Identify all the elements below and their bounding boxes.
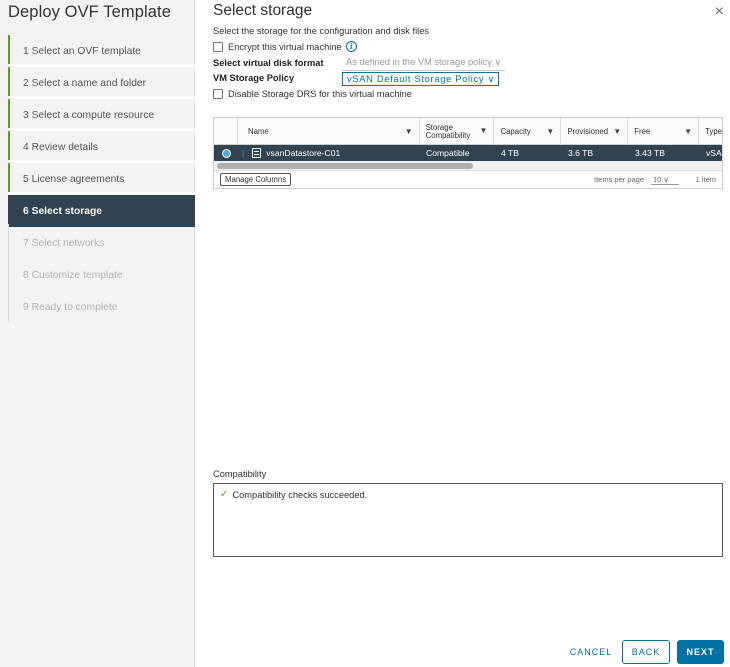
disk-format-label: Select virtual disk format (213, 58, 324, 68)
disable-drs-checkbox[interactable] (213, 89, 223, 99)
disk-format-select[interactable]: As defined in the VM storage policy ∨ (342, 57, 505, 71)
column-header-type[interactable]: Type (699, 118, 722, 145)
column-header-free[interactable]: Free ▼ (628, 118, 700, 145)
radio-selected-icon[interactable] (222, 148, 231, 158)
step-select-ovf-template[interactable]: 1 Select an OVF template (8, 35, 195, 67)
scrollbar-thumb[interactable] (217, 163, 473, 169)
compatibility-label: Compatibility (213, 469, 267, 479)
back-button[interactable]: BACK (622, 640, 670, 664)
items-per-page-select[interactable]: 10 ∨ (651, 175, 679, 185)
step-review-details[interactable]: 4 Review details (8, 131, 195, 163)
encrypt-vm-checkbox[interactable] (213, 41, 223, 52)
table-row[interactable]: | vsanDatastore-C01 Compatible 4 TB 3.6 … (214, 145, 722, 161)
cancel-button[interactable]: CANCEL (568, 640, 614, 664)
step-select-name-folder[interactable]: 2 Select a name and folder (8, 67, 195, 99)
page-title: Select storage (213, 2, 313, 19)
compatibility-box: ✓ Compatibility checks succeeded. (213, 483, 723, 557)
cell-compatibility: Compatible (426, 148, 470, 158)
select-column-header (214, 118, 238, 145)
encrypt-vm-label: Encrypt this virtual machine (228, 41, 342, 52)
disable-drs-label: Disable Storage DRS for this virtual mac… (228, 89, 412, 99)
step-select-networks: 7 Select networks (23, 237, 105, 249)
step-ready-to-complete: 9 Ready to complete (23, 301, 118, 313)
filter-icon[interactable]: ▼ (613, 127, 621, 136)
datastore-grid: Name ▼ Storage Compatibility ▼ Capacity … (213, 117, 723, 189)
column-header-capacity[interactable]: Capacity ▼ (494, 118, 562, 145)
filter-icon[interactable]: ▼ (546, 127, 554, 136)
wizard-steps: 1 Select an OVF template 2 Select a name… (8, 35, 195, 323)
info-icon[interactable]: i (345, 41, 357, 52)
step-select-storage[interactable]: 6 Select storage (8, 195, 195, 227)
main-content: Select storage × Select the storage for … (195, 0, 730, 667)
steps-rail (8, 224, 9, 322)
encrypt-vm-checkbox-row[interactable]: Encrypt this virtual machine i (213, 41, 357, 52)
items-count: 1 item (695, 175, 716, 184)
divider: | (242, 148, 245, 158)
grid-footer: Manage Columns Items per page 10 ∨ 1 ite… (214, 171, 722, 188)
step-license-agreements[interactable]: 5 License agreements (8, 163, 195, 195)
filter-icon[interactable]: ▼ (480, 127, 488, 135)
compatibility-message: ✓ Compatibility checks succeeded. (220, 489, 368, 500)
vm-storage-policy-select[interactable]: vSAN Default Storage Policy ∨ (342, 72, 499, 86)
horizontal-scrollbar[interactable] (214, 161, 722, 171)
column-header-provisioned[interactable]: Provisioned ▼ (561, 118, 629, 145)
close-icon[interactable]: × (715, 4, 724, 20)
filter-icon[interactable]: ▼ (684, 127, 692, 136)
manage-columns-button[interactable]: Manage Columns (220, 173, 292, 186)
next-button[interactable]: NEXT (677, 640, 724, 664)
column-header-compatibility[interactable]: Storage Compatibility ▼ (420, 118, 495, 145)
page-description: Select the storage for the configuration… (213, 26, 430, 36)
filter-icon[interactable]: ▼ (405, 127, 413, 136)
vm-storage-policy-label: VM Storage Policy (213, 73, 295, 83)
cell-name: | vsanDatastore-C01 (242, 148, 341, 158)
cell-provisioned: 3.6 TB (568, 148, 594, 158)
row-select-radio[interactable] (214, 145, 238, 161)
disable-drs-checkbox-row[interactable]: Disable Storage DRS for this virtual mac… (213, 89, 412, 99)
step-select-compute-resource[interactable]: 3 Select a compute resource (8, 99, 195, 131)
items-per-page-label: Items per page (594, 175, 645, 184)
cell-free: 3.43 TB (635, 148, 665, 158)
wizard-title: Deploy OVF Template (8, 3, 172, 21)
grid-header: Name ▼ Storage Compatibility ▼ Capacity … (214, 118, 722, 145)
check-icon: ✓ (220, 489, 229, 500)
cell-capacity: 4 TB (501, 148, 519, 158)
datastore-icon (252, 148, 262, 158)
column-header-name[interactable]: Name ▼ (238, 118, 420, 145)
wizard-sidebar: Deploy OVF Template 1 Select an OVF temp… (0, 0, 195, 667)
step-customize-template: 8 Customize template (23, 269, 123, 281)
cell-type: vSA (706, 148, 722, 158)
